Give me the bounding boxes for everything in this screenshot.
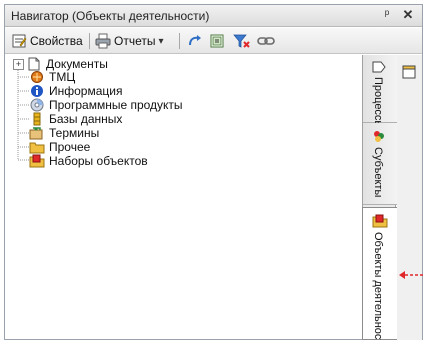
info-icon bbox=[29, 84, 45, 98]
edit-icon bbox=[209, 33, 225, 49]
processes-icon bbox=[372, 61, 386, 76]
toolbar-separator bbox=[89, 33, 90, 49]
goods-icon bbox=[29, 70, 45, 84]
tree-item-goods[interactable]: ТМЦ bbox=[29, 70, 75, 84]
objects-icon bbox=[372, 214, 388, 231]
tree-item-label: Прочее bbox=[49, 140, 91, 154]
tree-item-information[interactable]: Информация bbox=[29, 84, 122, 98]
expand-icon[interactable]: + bbox=[13, 58, 24, 70]
tab-objects-of-activity[interactable]: Объекты деятельности bbox=[362, 207, 398, 340]
properties-label: Свойства bbox=[30, 34, 83, 48]
properties-button[interactable]: Свойства bbox=[11, 32, 83, 50]
tab-label: Процессы bbox=[372, 77, 384, 129]
filter-clear-icon bbox=[233, 33, 251, 49]
right-panel-strip bbox=[397, 55, 422, 340]
tree-item-databases[interactable]: Базы данных bbox=[29, 112, 122, 126]
toolbar: Свойства Отчеты ▾ bbox=[5, 28, 422, 54]
chevron-down-icon: ▾ bbox=[158, 35, 164, 47]
tab-label: Субъекты bbox=[372, 147, 384, 198]
tree-item-object-sets[interactable]: Наборы объектов bbox=[29, 154, 148, 168]
pin-icon[interactable]: ᵖ bbox=[379, 7, 395, 23]
tree-item-label: Базы данных bbox=[49, 112, 123, 126]
tree-item-label: Программные продукты bbox=[49, 98, 183, 112]
navigator-window: Навигатор (Объекты деятельности) ᵖ ✕ Сво… bbox=[4, 4, 425, 340]
tree-item-documents[interactable]: + Документы bbox=[13, 57, 108, 71]
close-icon[interactable]: ✕ bbox=[400, 7, 416, 23]
printer-icon bbox=[95, 33, 111, 49]
pointer-arrow-icon bbox=[399, 271, 425, 279]
tree-item-software[interactable]: Программные продукты bbox=[29, 98, 183, 112]
tab-processes[interactable]: Процессы bbox=[363, 55, 397, 128]
object-tree: + Документы ТМЦ Информация Программные п… bbox=[13, 57, 361, 339]
note-icon[interactable] bbox=[402, 65, 416, 82]
tree-item-label: Наборы объектов bbox=[49, 154, 148, 168]
refresh-button[interactable] bbox=[187, 32, 203, 50]
tree-item-terms[interactable]: Термины bbox=[29, 126, 99, 140]
software-icon bbox=[29, 98, 45, 112]
tree-item-label: Информация bbox=[49, 84, 123, 98]
tab-label: Объекты деятельности bbox=[372, 232, 384, 340]
window-title: Навигатор (Объекты деятельности) bbox=[11, 9, 210, 23]
side-tab-bar: Процессы Субъекты Объекты деятельности bbox=[362, 55, 398, 340]
edit-button[interactable] bbox=[209, 32, 225, 50]
link-button[interactable] bbox=[257, 32, 275, 50]
refresh-icon bbox=[187, 33, 203, 49]
document-icon bbox=[26, 57, 42, 71]
object-sets-icon bbox=[29, 154, 45, 168]
tab-subjects[interactable]: Субъекты bbox=[363, 123, 397, 205]
clear-filter-button[interactable] bbox=[233, 32, 251, 50]
database-icon bbox=[29, 112, 45, 126]
toolbar-separator bbox=[179, 33, 180, 49]
folder-icon bbox=[29, 140, 45, 154]
title-bar: Навигатор (Объекты деятельности) ᵖ ✕ bbox=[5, 5, 422, 27]
terms-icon bbox=[29, 126, 45, 140]
subjects-icon bbox=[372, 129, 386, 146]
tree-item-label: ТМЦ bbox=[49, 70, 76, 84]
reports-label: Отчеты bbox=[114, 34, 156, 48]
tree-item-label: Термины bbox=[49, 126, 100, 140]
link-icon bbox=[257, 33, 275, 49]
tree-item-label: Документы bbox=[46, 57, 108, 71]
tree-item-other[interactable]: Прочее bbox=[29, 140, 90, 154]
reports-button[interactable]: Отчеты ▾ bbox=[95, 32, 164, 50]
properties-icon bbox=[11, 33, 27, 49]
